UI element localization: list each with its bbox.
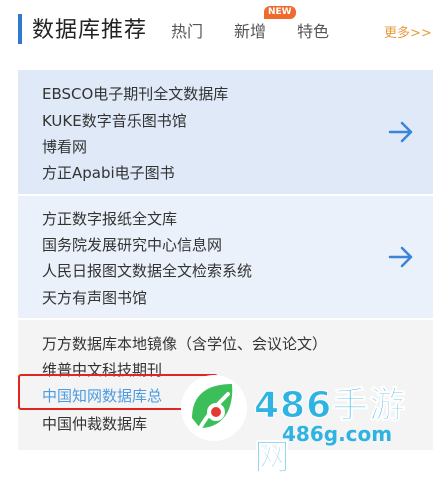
tab-featured[interactable]: 特色 — [297, 18, 329, 42]
header-accent-bar — [18, 14, 22, 44]
more-link[interactable]: 更多>> — [384, 22, 432, 41]
database-link[interactable]: 天方有声图书馆 — [42, 287, 147, 308]
database-link[interactable]: 方正Apabi电子图书 — [42, 162, 175, 183]
database-panel-2: 方正数字报纸全文库 国务院发展研究中心信息网 人民日报图文数据全文检索系统 天方… — [18, 196, 433, 318]
watermark-domain: 486g.com — [282, 422, 393, 446]
database-link[interactable]: 方正数字报纸全文库 — [42, 208, 177, 229]
leaf-logo-icon — [178, 372, 250, 444]
database-link[interactable]: 国务院发展研究中心信息网 — [42, 234, 222, 255]
database-link[interactable]: 博看网 — [42, 136, 87, 157]
watermark: 486手游网 486g.com — [178, 370, 433, 479]
database-link[interactable]: 人民日报图文数据全文检索系统 — [42, 260, 252, 281]
tab-hot[interactable]: 热门 — [171, 18, 203, 42]
database-link[interactable]: 万方数据库本地镜像（含学位、会议论文） — [42, 333, 327, 354]
section-title: 数据库推荐 — [32, 18, 148, 43]
database-link[interactable]: EBSCO电子期刊全文数据库 — [42, 83, 228, 104]
tab-new[interactable]: 新增 — [234, 18, 266, 42]
database-link[interactable]: KUKE数字音乐图书馆 — [42, 110, 187, 131]
database-panel-1: EBSCO电子期刊全文数据库 KUKE数字音乐图书馆 博看网 方正Apabi电子… — [18, 70, 433, 194]
arrow-right-icon[interactable] — [386, 242, 416, 272]
section-header: 数据库推荐 热门 新增 NEW 特色 更多>> — [0, 0, 433, 60]
database-link[interactable]: 中国仲裁数据库 — [42, 413, 147, 434]
arrow-right-icon[interactable] — [386, 117, 416, 147]
new-badge: NEW — [264, 6, 296, 19]
